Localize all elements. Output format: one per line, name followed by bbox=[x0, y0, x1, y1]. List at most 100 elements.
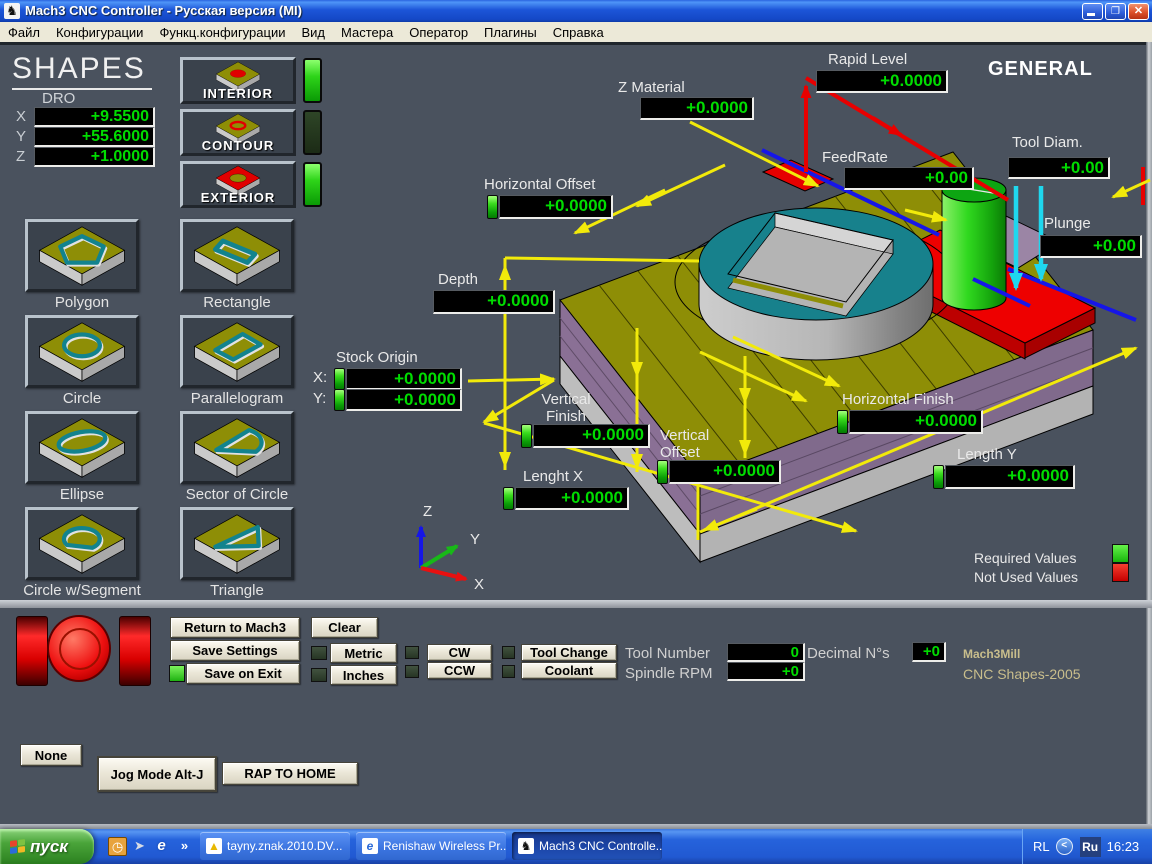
coolant-led bbox=[502, 665, 515, 678]
tray-collapse-chevron[interactable]: < bbox=[1055, 838, 1073, 855]
tool-number-dro[interactable]: 0 bbox=[727, 643, 805, 662]
shape-label-circle-segment: Circle w/Segment bbox=[23, 582, 141, 599]
legend-required-led bbox=[1112, 544, 1129, 563]
feedrate-dro[interactable]: +0.00 bbox=[844, 167, 974, 190]
axis-x-label: X bbox=[474, 576, 485, 593]
shape-button-circle[interactable] bbox=[25, 315, 139, 388]
ie-quicklaunch-icon[interactable]: e bbox=[153, 837, 170, 854]
tray-rl-indicator: RL bbox=[1033, 839, 1050, 854]
task-renishaw[interactable]: e Renishaw Wireless Pr... bbox=[356, 832, 506, 860]
menu-view[interactable]: Вид bbox=[293, 23, 333, 42]
coolant-button[interactable]: Coolant bbox=[521, 662, 617, 679]
z-material-dro[interactable]: +0.0000 bbox=[640, 97, 754, 120]
triangle-app-icon: ▲ bbox=[206, 838, 222, 854]
shape-button-triangle[interactable] bbox=[180, 507, 294, 580]
inches-led bbox=[311, 668, 327, 682]
horizontal-offset-label: Horizontal Offset bbox=[484, 176, 596, 193]
menu-wizards[interactable]: Мастера bbox=[333, 23, 401, 42]
menu-operator[interactable]: Оператор bbox=[401, 23, 476, 42]
close-button[interactable]: ✕ bbox=[1128, 3, 1149, 20]
return-to-mach3-button[interactable]: Return to Mach3 bbox=[170, 617, 300, 638]
shape-button-parallelogram[interactable] bbox=[180, 315, 294, 388]
ccw-button[interactable]: CCW bbox=[427, 662, 492, 679]
emergency-stop-button[interactable] bbox=[47, 615, 111, 682]
jog-mode-button[interactable]: Jog Mode Alt-J bbox=[97, 756, 217, 792]
shape-label-ellipse: Ellipse bbox=[59, 486, 105, 503]
rap-to-home-button[interactable]: RAP TO HOME bbox=[222, 762, 358, 785]
language-indicator[interactable]: Ru bbox=[1079, 836, 1101, 857]
shape-button-polygon[interactable] bbox=[25, 219, 139, 292]
rapid-level-dro[interactable]: +0.0000 bbox=[816, 70, 948, 93]
dro-x-value[interactable]: +9.5500 bbox=[34, 107, 155, 127]
rapid-level-label: Rapid Level bbox=[828, 51, 908, 68]
pointer-icon[interactable]: ➤ bbox=[131, 837, 148, 854]
menu-file[interactable]: Файл bbox=[0, 23, 48, 42]
minimize-button[interactable] bbox=[1082, 3, 1103, 20]
none-button[interactable]: None bbox=[20, 744, 82, 766]
screen-top-edge bbox=[0, 42, 1152, 45]
task-mach3[interactable]: ♞ Mach3 CNC Controlle... bbox=[512, 832, 662, 860]
dro-y-value[interactable]: +55.6000 bbox=[34, 127, 155, 147]
lenght-x-dro[interactable]: +0.0000 bbox=[515, 487, 629, 510]
cw-button[interactable]: CW bbox=[427, 644, 492, 661]
start-button[interactable]: пуск bbox=[0, 829, 94, 864]
menu-help[interactable]: Справка bbox=[545, 23, 612, 42]
stock-origin-x-dro[interactable]: +0.0000 bbox=[346, 368, 462, 390]
task-label: tayny.znak.2010.DV... bbox=[227, 839, 343, 853]
stock-origin-y-led bbox=[334, 389, 345, 411]
menu-func-config[interactable]: Функц.конфигурации bbox=[151, 23, 293, 42]
plunge-dro[interactable]: +0.00 bbox=[1040, 235, 1142, 258]
shape-button-circle-segment[interactable] bbox=[25, 507, 139, 580]
restore-button[interactable]: ❐ bbox=[1105, 3, 1126, 20]
ccw-led bbox=[405, 665, 419, 678]
contour-led bbox=[303, 110, 322, 155]
length-y-dro[interactable]: +0.0000 bbox=[945, 465, 1075, 489]
clear-button[interactable]: Clear bbox=[311, 617, 378, 638]
interior-button[interactable]: INTERIOR bbox=[180, 57, 296, 104]
metric-button[interactable]: Metric bbox=[330, 643, 397, 663]
stock-origin-label: Stock Origin bbox=[336, 349, 418, 366]
metric-led bbox=[311, 646, 327, 660]
dro-z-value[interactable]: +1.0000 bbox=[34, 147, 155, 167]
title-bar: ♞ Mach3 CNC Controller - Русская версия … bbox=[0, 0, 1152, 22]
shape-button-ellipse[interactable] bbox=[25, 411, 139, 484]
contour-button[interactable]: CONTOUR bbox=[180, 109, 296, 156]
panel-divider bbox=[0, 600, 1152, 608]
exterior-button[interactable]: EXTERIOR bbox=[180, 161, 296, 208]
menu-bar: Файл Конфигурации Функц.конфигурации Вид… bbox=[0, 22, 1152, 43]
length-y-led bbox=[933, 465, 944, 489]
legend-not-used-label: Not Used Values bbox=[974, 569, 1079, 585]
spindle-rpm-label: Spindle RPM bbox=[625, 665, 713, 682]
save-on-exit-button[interactable]: Save on Exit bbox=[186, 663, 300, 684]
task-label: Mach3 CNC Controlle... bbox=[539, 839, 662, 853]
shape-label-parallelogram: Parallelogram bbox=[190, 390, 284, 407]
dro-y-label: Y bbox=[16, 128, 27, 145]
tool-change-button[interactable]: Tool Change bbox=[521, 644, 617, 661]
horizontal-offset-dro[interactable]: +0.0000 bbox=[499, 195, 613, 219]
circle-segment-shape-icon bbox=[39, 513, 125, 574]
inches-button[interactable]: Inches bbox=[330, 665, 397, 685]
vertical-offset-dro[interactable]: +0.0000 bbox=[669, 460, 781, 484]
save-settings-button[interactable]: Save Settings bbox=[170, 640, 300, 661]
shape-button-rectangle[interactable] bbox=[180, 219, 294, 292]
quicklaunch-overflow-chevron[interactable]: » bbox=[176, 837, 193, 854]
clock-icon[interactable]: ◷ bbox=[108, 837, 127, 856]
horizontal-finish-led bbox=[837, 410, 848, 434]
vertical-finish-dro[interactable]: +0.0000 bbox=[533, 424, 650, 448]
z-material-label: Z Material bbox=[618, 79, 685, 96]
tool-diam-dro[interactable]: +0.00 bbox=[1008, 157, 1110, 179]
brand-line2: CNC Shapes-2005 bbox=[963, 666, 1081, 682]
dro-x-label: X bbox=[16, 108, 27, 125]
spindle-rpm-dro[interactable]: +0 bbox=[727, 662, 805, 681]
menu-config[interactable]: Конфигурации bbox=[48, 23, 151, 42]
menu-plugins[interactable]: Плагины bbox=[476, 23, 545, 42]
horizontal-finish-dro[interactable]: +0.0000 bbox=[849, 410, 983, 434]
cw-led bbox=[405, 646, 419, 659]
axis-z-label: Z bbox=[423, 503, 433, 520]
page-title: SHAPES bbox=[12, 52, 152, 90]
depth-dro[interactable]: +0.0000 bbox=[433, 290, 555, 314]
stock-origin-y-dro[interactable]: +0.0000 bbox=[346, 389, 462, 411]
decimal-dro[interactable]: +0 bbox=[912, 642, 946, 662]
shape-button-sector[interactable] bbox=[180, 411, 294, 484]
task-tayny[interactable]: ▲ tayny.znak.2010.DV... bbox=[200, 832, 350, 860]
